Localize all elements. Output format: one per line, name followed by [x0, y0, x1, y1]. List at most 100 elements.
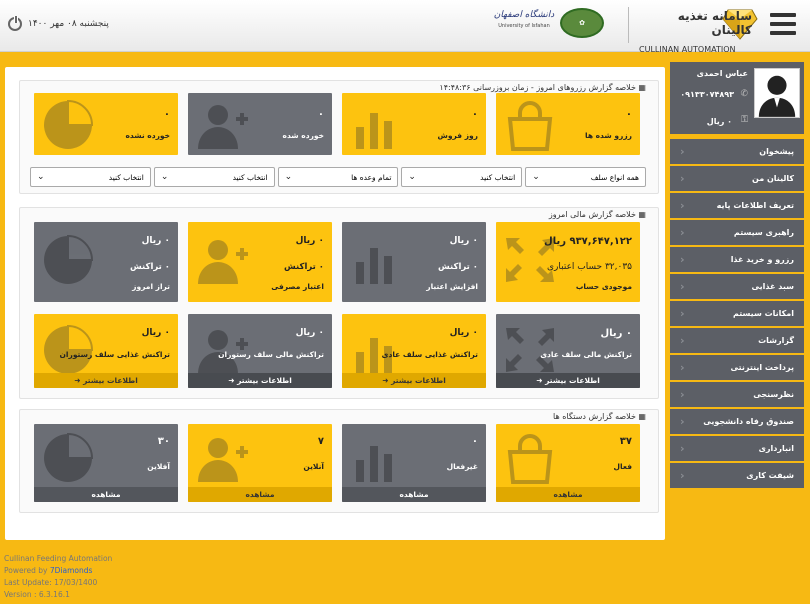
inactive-devices-tile[interactable]: ۰ غیرفعال مشاهده: [342, 424, 486, 502]
chevron-left-icon: ‹: [680, 280, 685, 293]
not-eaten-value: ۰: [163, 109, 170, 120]
sidebar-item-label: پیشخوان: [759, 147, 794, 156]
offline-devices-value: ۳۰: [157, 436, 170, 447]
normal-self-food-tile[interactable]: ۰ ریال تراکنش غذایی سلف عادی اطلاعات بیش…: [342, 314, 486, 388]
offline-devices-tile[interactable]: ۳۰ آفلاین مشاهده: [34, 424, 178, 502]
bar-chart-icon: [356, 446, 392, 482]
sidebar-item-label: تعریف اطلاعات پایه: [716, 201, 794, 210]
vendor-link[interactable]: 7Diamonds: [50, 566, 93, 575]
sidebar-item-reserve-food[interactable]: رزرو و خرید غذا ‹: [670, 247, 804, 272]
top-header: سامانه تغذیه کالینان CULLINAN AUTOMATION…: [0, 0, 810, 54]
eaten-value: ۰: [317, 109, 324, 120]
today-balance-count: ۰ تراکنش: [130, 262, 170, 272]
today-balance-value: ۰ ریال: [141, 236, 170, 246]
financial-title: خلاصه گزارش مالی امروز: [549, 210, 646, 219]
view-link[interactable]: مشاهده: [496, 487, 640, 502]
university-name-fa: دانشگاه اصفهان: [493, 10, 555, 20]
view-link[interactable]: مشاهده: [188, 487, 332, 502]
credit-used-label: اعتبار مصرفی: [271, 282, 324, 291]
day-sale-value: ۰: [471, 109, 478, 120]
normal-self-financial-tile[interactable]: ۰ ریال تراکنش مالی سلف عادی اطلاعات بیشت…: [496, 314, 640, 388]
canteen-type-value: همه انواع سلف: [590, 172, 639, 182]
chevron-left-icon: ‹: [680, 253, 685, 266]
credit-increase-tile[interactable]: ۰ ریال ۰ تراکنش افزایش اعتبار: [342, 222, 486, 302]
footer-powered-label: Powered by: [4, 566, 48, 575]
active-devices-tile[interactable]: ۳۷ فعال مشاهده: [496, 424, 640, 502]
eaten-tile[interactable]: ۰ خورده شده: [188, 93, 332, 155]
bar-chart-icon: [356, 248, 392, 284]
sidebar-item-reports[interactable]: گزارشات ‹: [670, 328, 804, 353]
sidebar-item-food-basket[interactable]: سبد غذایی ‹: [670, 274, 804, 299]
user-balance: ۰ ریال: [706, 117, 732, 126]
credit-used-count: ۰ تراکنش: [284, 262, 324, 272]
online-devices-value: ۷: [317, 436, 324, 447]
user-card: عباس احمدی ۰۹۱۳۳۰۷۴۸۹۳ ✆ ۰ ریال ⚿: [670, 62, 804, 134]
credit-used-value: ۰ ریال: [295, 236, 324, 246]
sidebar: عباس احمدی ۰۹۱۳۳۰۷۴۸۹۳ ✆ ۰ ریال ⚿ پیشخوا…: [670, 62, 804, 492]
today-balance-label: تراز امروز: [132, 282, 170, 291]
filter-select-4[interactable]: انتخاب کنید ⌄: [153, 167, 275, 187]
footer-update: Last Update: 17/03/1400: [4, 578, 98, 587]
sidebar-item-dashboard[interactable]: پیشخوان ‹: [670, 139, 804, 164]
normal-self-food-value: ۰ ریال: [449, 328, 478, 338]
sidebar-item-warehouse[interactable]: انبارداری ‹: [670, 436, 804, 461]
meal-select[interactable]: تمام وعده ها ⌄: [277, 167, 399, 187]
sidebar-item-welfare-fund[interactable]: صندوق رفاه دانشجویی ‹: [670, 409, 804, 434]
more-info-link[interactable]: اطلاعات بیشتر ➜: [342, 373, 486, 388]
chevron-down-icon: ⌄: [37, 172, 45, 182]
day-sale-tile[interactable]: ۰ روز فروش: [342, 93, 486, 155]
account-balance-tile[interactable]: ۹۳۷,۶۴۷,۱۲۲ ریال ۳۲,۰۳۵ حساب اعتباری موج…: [496, 222, 640, 302]
sidebar-item-label: پرداخت اینترنتی: [730, 363, 794, 372]
chevron-down-icon: ⌄: [532, 172, 540, 182]
restaurant-food-label: تراکنش غذایی سلف رستوران: [59, 350, 170, 359]
menu-hamburger-icon[interactable]: [770, 13, 796, 35]
eaten-label: خورده شده: [282, 131, 324, 140]
sidebar-item-shift[interactable]: شیفت کاری ‹: [670, 463, 804, 488]
sidebar-item-label: شیفت کاری: [746, 471, 794, 480]
restaurant-financial-tile[interactable]: ۰ ریال تراکنش مالی سلف رستوران اطلاعات ب…: [188, 314, 332, 388]
sidebar-item-my-cullinan[interactable]: کالینان من ‹: [670, 166, 804, 191]
filter-select-5[interactable]: انتخاب کنید ⌄: [30, 167, 151, 187]
sidebar-item-label: صندوق رفاه دانشجویی: [703, 417, 794, 426]
footer-version: Version : 6.3.16.1: [4, 590, 70, 599]
chevron-left-icon: ‹: [680, 145, 685, 158]
canteen-select[interactable]: انتخاب کنید ⌄: [401, 167, 523, 187]
view-link[interactable]: مشاهده: [34, 487, 178, 502]
more-info-link[interactable]: اطلاعات بیشتر ➜: [34, 373, 178, 388]
main-content: خلاصه گزارش رزروهای امروز - زمان بروزرسا…: [5, 67, 665, 540]
balance-label: موجودی حساب: [575, 282, 632, 291]
more-info-link[interactable]: اطلاعات بیشتر ➜: [496, 373, 640, 388]
chevron-left-icon: ‹: [680, 172, 685, 185]
inactive-devices-value: ۰: [471, 436, 478, 447]
more-info-link[interactable]: اطلاعات بیشتر ➜: [188, 373, 332, 388]
footer-powered: Powered by 7Diamonds: [4, 565, 112, 577]
phone-icon: ✆: [740, 89, 748, 99]
restaurant-financial-label: تراکنش مالی سلف رستوران: [218, 350, 324, 359]
today-balance-tile[interactable]: ۰ ریال ۰ تراکنش تراز امروز: [34, 222, 178, 302]
credit-used-tile[interactable]: ۰ ریال ۰ تراکنش اعتبار مصرفی: [188, 222, 332, 302]
shopping-bag-icon: [507, 101, 553, 151]
sidebar-item-system-admin[interactable]: راهبری سیستم ‹: [670, 220, 804, 245]
current-date: پنجشنبه ۰۸ مهر ۱۴۰۰: [28, 19, 109, 29]
view-link[interactable]: مشاهده: [342, 487, 486, 502]
avatar: [754, 68, 800, 118]
reserved-value: ۰: [625, 109, 632, 120]
user-phone: ۰۹۱۳۳۰۷۴۸۹۳: [680, 90, 734, 99]
sidebar-item-survey[interactable]: نظرسنجی ‹: [670, 382, 804, 407]
sidebar-item-label: انبارداری: [758, 444, 794, 453]
normal-self-financial-label: تراکنش مالی سلف عادی: [540, 350, 632, 359]
chevron-left-icon: ‹: [680, 307, 685, 320]
add-user-icon: [198, 240, 248, 284]
power-icon[interactable]: [8, 16, 22, 31]
restaurant-food-tile[interactable]: ۰ ریال تراکنش غذایی سلف رستوران اطلاعات …: [34, 314, 178, 388]
page-footer: Cullinan Feeding Automation Powered by 7…: [4, 553, 112, 601]
not-eaten-tile[interactable]: ۰ خورده نشده: [34, 93, 178, 155]
sidebar-item-online-payment[interactable]: پرداخت اینترنتی ‹: [670, 355, 804, 380]
online-devices-tile[interactable]: ۷ آنلاین مشاهده: [188, 424, 332, 502]
sidebar-item-base-info[interactable]: تعریف اطلاعات پایه ‹: [670, 193, 804, 218]
sidebar-item-system-features[interactable]: امکانات سیستم ‹: [670, 301, 804, 326]
reserved-tile[interactable]: ۰ رزرو شده ها: [496, 93, 640, 155]
chevron-down-icon: ⌄: [408, 172, 416, 182]
day-sale-label: روز فروش: [437, 131, 479, 140]
canteen-type-select[interactable]: همه انواع سلف ⌄: [525, 167, 646, 187]
